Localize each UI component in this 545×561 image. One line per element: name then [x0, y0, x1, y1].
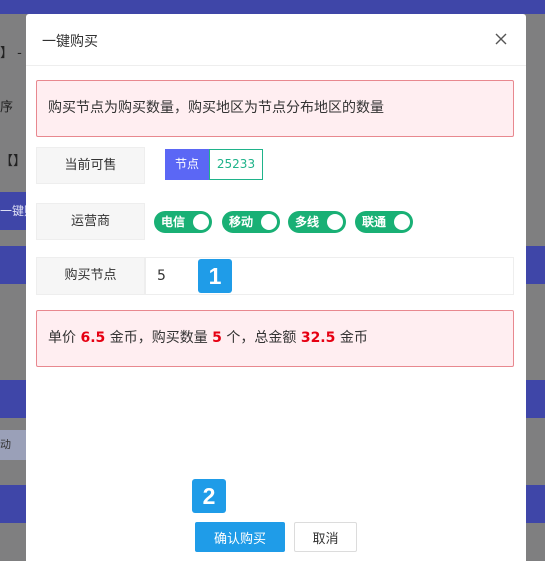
switch-knob — [327, 214, 343, 230]
carrier-switch-label: 联通 — [362, 215, 387, 229]
confirm-purchase-button[interactable]: 确认购买 — [195, 522, 285, 552]
purchase-quantity: 5 — [212, 330, 222, 346]
notice-text: 购买节点为购买数量，购买地区为节点分布地区的数量 — [48, 100, 384, 116]
bg-text-1: 】 - — [0, 46, 22, 61]
cancel-button[interactable]: 取消 — [294, 522, 357, 552]
bg-text-3: 【】 — [0, 154, 27, 169]
stock-tag-key: 节点 — [165, 149, 209, 180]
bg-header-bar — [0, 0, 545, 14]
total-amount: 32.5 — [300, 330, 336, 346]
carrier-switch-multiline[interactable]: 多线 — [288, 211, 346, 233]
dialog-title: 一键购买 — [42, 34, 98, 50]
switch-knob — [261, 214, 277, 230]
carrier-switch-unicom[interactable]: 联通 — [355, 211, 413, 233]
unit-price: 6.5 — [80, 330, 106, 346]
price-summary-alert: 单价 6.5 金币，购买数量 5 个，总金额 32.5 金币 — [36, 310, 514, 367]
carrier-switch-mobile[interactable]: 移动 — [222, 211, 280, 233]
quick-buy-dialog: 一键购买 购买节点为购买数量，购买地区为节点分布地区的数量 当前可售 节点 25… — [26, 14, 526, 561]
summary-unit-3: 金币 — [339, 330, 368, 346]
step-badge-1: 1 — [198, 259, 232, 293]
available-stock-tag: 节点 25233 — [165, 149, 263, 180]
switch-knob — [394, 214, 410, 230]
bg-tag: 动 — [0, 430, 26, 460]
switch-knob — [193, 214, 209, 230]
summary-prefix: 单价 — [48, 330, 76, 346]
stock-tag-value: 25233 — [209, 149, 263, 180]
summary-unit-2: 个，总金额 — [226, 330, 297, 346]
carrier-switch-label: 电信 — [161, 215, 186, 229]
bg-quick-buy-button: 一键购 — [0, 192, 26, 230]
dialog-header: 一键购买 — [26, 14, 526, 66]
carrier-switch-telecom[interactable]: 电信 — [154, 211, 212, 233]
available-label: 当前可售 — [36, 147, 145, 184]
summary-unit-1: 金币，购买数量 — [109, 330, 208, 346]
carrier-label: 运营商 — [36, 203, 145, 240]
purchase-label: 购买节点 — [36, 257, 145, 295]
notice-alert: 购买节点为购买数量，购买地区为节点分布地区的数量 — [36, 80, 514, 137]
close-icon[interactable] — [492, 30, 510, 48]
step-badge-2: 2 — [192, 479, 226, 513]
carrier-switch-label: 移动 — [229, 215, 254, 229]
carrier-switch-label: 多线 — [295, 215, 320, 229]
bg-text-2: 序 — [0, 100, 14, 115]
